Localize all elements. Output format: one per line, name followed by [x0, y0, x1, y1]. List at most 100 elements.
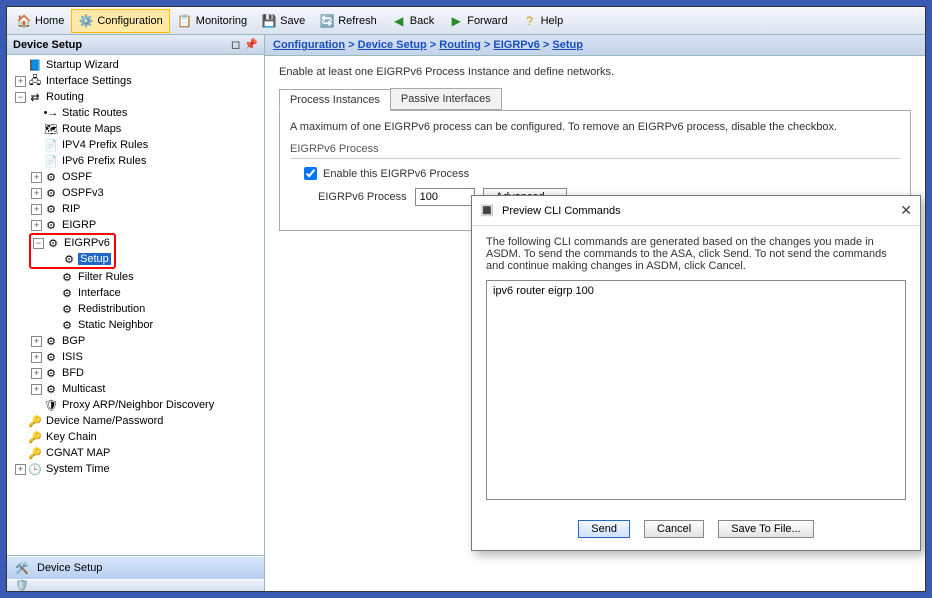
cancel-button[interactable]: Cancel	[644, 520, 704, 538]
max-note: A maximum of one EIGRPv6 process can be …	[290, 121, 900, 133]
tree-proxy-arp[interactable]: 🛡Proxy ARP/Neighbor Discovery	[11, 397, 262, 413]
protocol-icon: ⚙	[46, 236, 60, 250]
nav-item[interactable]: 🛡️	[7, 579, 264, 591]
refresh-button[interactable]: 🔄Refresh	[312, 9, 384, 33]
expand-icon[interactable]: +	[31, 384, 42, 395]
process-input[interactable]	[415, 188, 475, 206]
protocol-icon: ⚙	[44, 350, 58, 364]
crumb-device-setup[interactable]: Device Setup	[358, 39, 427, 51]
collapse-icon[interactable]: −	[15, 92, 26, 103]
tree-key-chain[interactable]: 🔑Key Chain	[11, 429, 262, 445]
save-label: Save	[280, 15, 305, 27]
cli-command-line: ipv6 router eigrp 100	[493, 285, 899, 297]
tree-startup[interactable]: 📘Startup Wizard	[11, 57, 262, 73]
tab-passive-interfaces[interactable]: Passive Interfaces	[390, 88, 502, 110]
tree-eigrpv6-setup[interactable]: ⚙Setup	[33, 251, 112, 267]
cli-commands-box[interactable]: ipv6 router eigrp 100	[486, 280, 906, 500]
redistribution-icon: ⚙	[60, 302, 74, 316]
tree-ipv4-prefix[interactable]: 📄IPV4 Prefix Rules	[11, 137, 262, 153]
protocol-icon: ⚙	[44, 366, 58, 380]
tree-bgp[interactable]: +⚙BGP	[11, 333, 262, 349]
home-icon: 🏠	[16, 13, 32, 29]
left-panel: Device Setup ◻ 📌 📘Startup Wizard +🖧Inter…	[7, 35, 265, 591]
expand-icon[interactable]: +	[31, 220, 42, 231]
save-to-file-button[interactable]: Save To File...	[718, 520, 814, 538]
right-panel: Configuration > Device Setup > Routing >…	[265, 35, 925, 591]
expand-icon[interactable]: +	[31, 352, 42, 363]
back-button[interactable]: ◀Back	[384, 9, 441, 33]
tree-redistribution[interactable]: ⚙Redistribution	[11, 301, 262, 317]
panel-pin2-icon[interactable]: 📌	[244, 38, 258, 51]
intro-text: Enable at least one EIGRPv6 Process Inst…	[279, 66, 911, 78]
help-button[interactable]: ?Help	[515, 9, 571, 33]
tree-multicast[interactable]: +⚙Multicast	[11, 381, 262, 397]
process-label: EIGRPv6 Process	[318, 191, 407, 203]
tree-route-maps[interactable]: 🗺Route Maps	[11, 121, 262, 137]
expand-icon[interactable]: +	[15, 464, 26, 475]
tree-routing[interactable]: −⇄Routing	[11, 89, 262, 105]
expand-icon[interactable]: +	[31, 336, 42, 347]
tree-rip[interactable]: +⚙RIP	[11, 201, 262, 217]
dialog-icon: 🔳	[480, 204, 494, 218]
tree-device-name[interactable]: 🔑Device Name/Password	[11, 413, 262, 429]
dialog-title: Preview CLI Commands	[502, 205, 621, 217]
monitoring-button[interactable]: 📋Monitoring	[170, 9, 254, 33]
forward-button[interactable]: ▶Forward	[441, 9, 514, 33]
config-icon: ⚙️	[78, 13, 94, 29]
expand-icon[interactable]: +	[15, 76, 26, 87]
protocol-icon: ⚙	[44, 170, 58, 184]
forward-label: Forward	[467, 15, 507, 27]
panel-pin-icon[interactable]: ◻	[231, 38, 240, 51]
expand-icon[interactable]: +	[31, 188, 42, 199]
home-button[interactable]: 🏠Home	[9, 9, 71, 33]
tree-filter-rules[interactable]: ⚙Filter Rules	[11, 269, 262, 285]
enable-eigrpv6-checkbox[interactable]	[304, 167, 317, 180]
tree-system-time[interactable]: +🕒System Time	[11, 461, 262, 477]
nav-device-setup[interactable]: 🛠️Device Setup	[7, 556, 264, 579]
home-label: Home	[35, 15, 64, 27]
collapse-icon[interactable]: −	[33, 238, 44, 249]
tree-cgnat[interactable]: 🔑CGNAT MAP	[11, 445, 262, 461]
crumb-eigrpv6[interactable]: EIGRPv6	[493, 39, 539, 51]
tree-interface-settings[interactable]: +🖧Interface Settings	[11, 73, 262, 89]
routing-icon: ⇄	[28, 90, 42, 104]
send-button[interactable]: Send	[578, 520, 630, 538]
interface-icon: ⚙	[60, 286, 74, 300]
tree-eigrp[interactable]: +⚙EIGRP	[11, 217, 262, 233]
save-button[interactable]: 💾Save	[254, 9, 312, 33]
help-icon: ?	[522, 13, 538, 29]
crumb-setup[interactable]: Setup	[552, 39, 583, 51]
panel-title: Device Setup	[13, 39, 82, 51]
crumb-routing[interactable]: Routing	[439, 39, 481, 51]
tree-eigrpv6[interactable]: −⚙EIGRPv6	[33, 235, 112, 251]
tree-ospfv3[interactable]: +⚙OSPFv3	[11, 185, 262, 201]
monitoring-label: Monitoring	[196, 15, 247, 27]
key-icon: 🔑	[28, 430, 42, 444]
nav-device-setup-label: Device Setup	[37, 562, 102, 574]
expand-icon[interactable]: +	[31, 368, 42, 379]
protocol-icon: ⚙	[44, 334, 58, 348]
dialog-close-button[interactable]: ✕	[900, 202, 912, 219]
tree-static-neighbor[interactable]: ⚙Static Neighbor	[11, 317, 262, 333]
nav-icon: 🛡️	[15, 579, 29, 592]
tree-static-routes[interactable]: •→Static Routes	[11, 105, 262, 121]
navigation-tree[interactable]: 📘Startup Wizard +🖧Interface Settings −⇄R…	[7, 55, 264, 555]
dialog-message: The following CLI commands are generated…	[486, 236, 906, 272]
tree-eigrpv6-interface[interactable]: ⚙Interface	[11, 285, 262, 301]
expand-icon[interactable]: +	[31, 204, 42, 215]
preview-cli-dialog: 🔳 Preview CLI Commands ✕ The following C…	[471, 195, 921, 551]
tree-isis[interactable]: +⚙ISIS	[11, 349, 262, 365]
tree-ipv6-prefix[interactable]: 📄IPv6 Prefix Rules	[11, 153, 262, 169]
main-toolbar: 🏠Home ⚙️Configuration 📋Monitoring 💾Save …	[7, 7, 925, 35]
tree-bfd[interactable]: +⚙BFD	[11, 365, 262, 381]
crumb-configuration[interactable]: Configuration	[273, 39, 345, 51]
monitor-icon: 📋	[177, 13, 193, 29]
configuration-button[interactable]: ⚙️Configuration	[71, 9, 169, 33]
tree-ospf[interactable]: +⚙OSPF	[11, 169, 262, 185]
wizard-icon: 📘	[28, 58, 42, 72]
tab-process-instances[interactable]: Process Instances	[279, 89, 391, 111]
expand-icon[interactable]: +	[31, 172, 42, 183]
configuration-label: Configuration	[97, 15, 162, 27]
protocol-icon: ⚙	[44, 202, 58, 216]
key-icon: 🔑	[28, 414, 42, 428]
